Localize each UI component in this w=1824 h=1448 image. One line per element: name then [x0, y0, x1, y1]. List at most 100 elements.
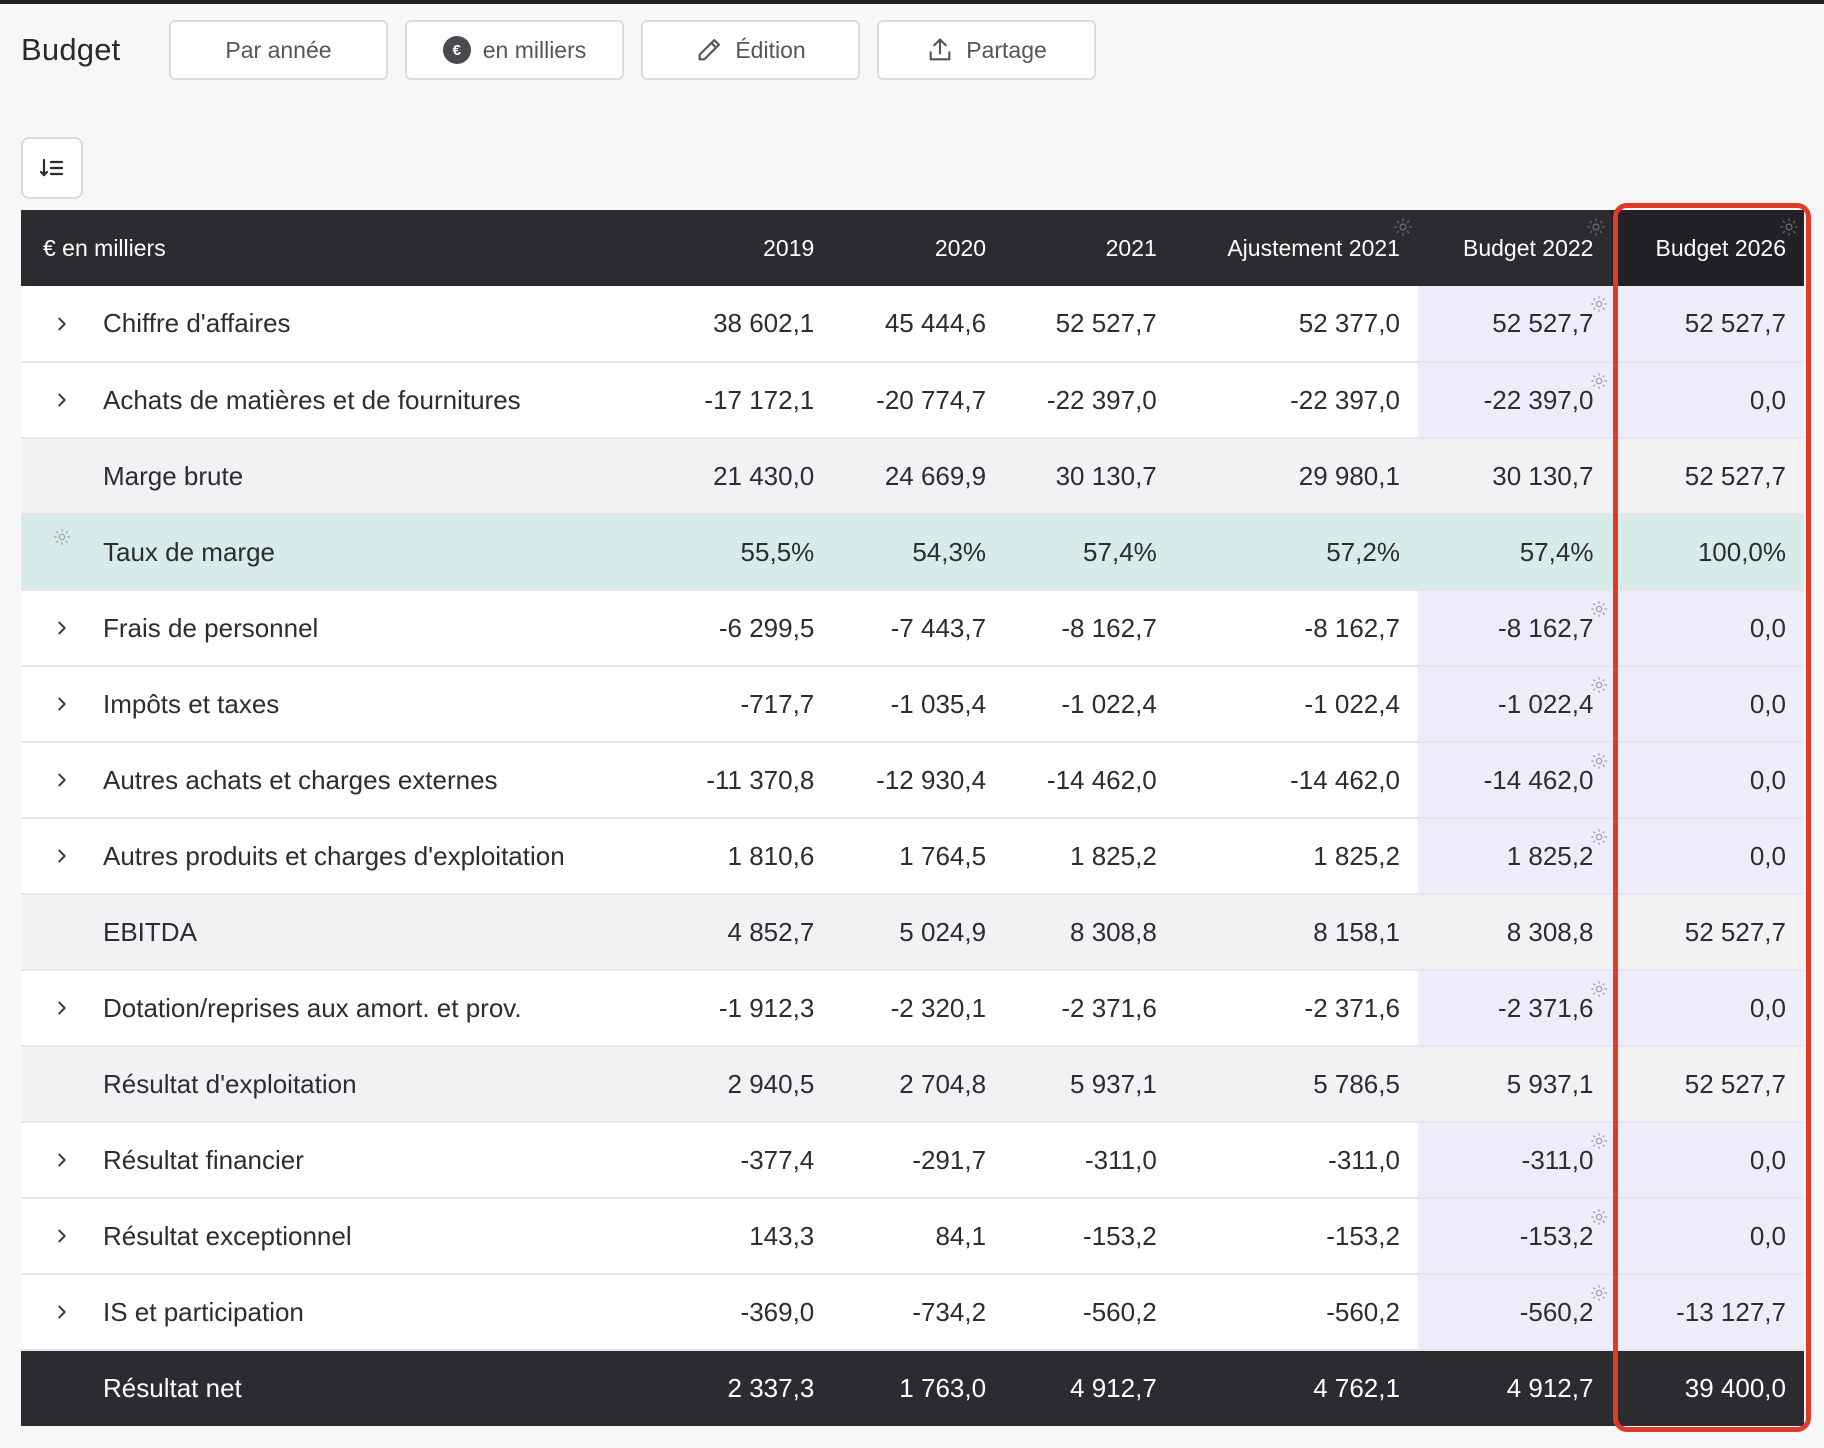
gear-icon[interactable]	[1589, 671, 1609, 702]
value-2020: -20 774,7	[832, 362, 1005, 439]
value-2021: -8 162,7	[1004, 590, 1175, 667]
value-ajustement-2021: -22 397,0	[1174, 362, 1418, 439]
chevron-right-icon[interactable]	[21, 999, 103, 1017]
gear-icon[interactable]	[1589, 823, 1609, 854]
value-budget-2026[interactable]: 52 527,7	[1611, 286, 1804, 363]
value-2021: 1 825,2	[1004, 818, 1175, 895]
value-budget-2022[interactable]: -1 022,4	[1417, 666, 1612, 743]
column-header-ajustement-2021[interactable]: Ajustement 2021	[1175, 210, 1418, 286]
table-row[interactable]: Résultat exceptionnel 143,3 84,1 -153,2 -153…	[21, 1198, 1804, 1275]
gear-icon[interactable]	[1392, 216, 1414, 244]
gear-icon[interactable]	[1589, 1127, 1609, 1158]
value-budget-2026: 52 527,7	[1611, 894, 1804, 971]
chevron-right-icon[interactable]	[21, 315, 103, 333]
share-icon	[929, 38, 951, 61]
chevron-right-icon[interactable]	[21, 391, 103, 409]
chevron-right-icon[interactable]	[21, 1227, 103, 1245]
value-budget-2022[interactable]: -153,2	[1417, 1198, 1612, 1275]
row-label-cell: Frais de personnel	[21, 590, 663, 667]
column-header-budget-2026[interactable]: Budget 2026	[1611, 210, 1804, 286]
value-2019: 143,3	[662, 1198, 833, 1275]
sort-icon	[39, 158, 64, 177]
table-row[interactable]: Autres achats et charges externes -11 370…	[21, 742, 1804, 819]
value-budget-2026[interactable]: 0,0	[1611, 818, 1804, 895]
value-2019: 2 337,3	[727, 1373, 815, 1403]
row-label-cell: Achats de matières et de fournitures	[21, 362, 663, 439]
value-2020: -1 035,4	[832, 666, 1005, 743]
gear-icon[interactable]	[1589, 975, 1609, 1006]
value-2020: -12 930,4	[832, 742, 1005, 819]
sort-button[interactable]	[21, 137, 83, 199]
value-budget-2026[interactable]: 0,0	[1611, 590, 1804, 667]
partage-button[interactable]: Partage	[877, 20, 1096, 80]
value-2019: -377,4	[662, 1122, 833, 1199]
chevron-right-icon[interactable]	[21, 1151, 103, 1169]
value-budget-2026[interactable]: 0,0	[1611, 1122, 1804, 1199]
value-budget-2026[interactable]: 0,0	[1611, 970, 1804, 1047]
gear-icon[interactable]	[1585, 216, 1607, 244]
column-header-2019[interactable]: 2019	[663, 210, 833, 286]
gear-icon[interactable]	[1589, 747, 1609, 778]
cell-value: -2 371,6	[1498, 992, 1594, 1023]
chevron-right-icon[interactable]	[21, 847, 103, 865]
table-row[interactable]: Frais de personnel -6 299,5 -7 443,7 -8 162…	[21, 590, 1804, 667]
value-ajustement-2021: -560,2	[1174, 1274, 1418, 1351]
table-row[interactable]: Chiffre d'affaires 38 602,1 45 444,6 52 527…	[21, 286, 1804, 363]
row-label: Résultat financier	[103, 1144, 304, 1175]
chevron-right-icon[interactable]	[21, 1303, 103, 1321]
value-budget-2026[interactable]: 0,0	[1611, 666, 1804, 743]
gear-icon[interactable]	[1589, 367, 1609, 398]
euro-icon: €	[442, 36, 471, 64]
toolbar: Budget Par année € en milliers Édition P…	[21, 20, 1113, 80]
value-2021: -560,2	[1004, 1274, 1175, 1351]
gear-icon[interactable]	[1778, 216, 1800, 244]
table-row[interactable]: Achats de matières et de fournitures -17 …	[21, 362, 1804, 439]
value-2020: 2 704,8	[832, 1046, 1005, 1123]
gear-icon[interactable]	[21, 515, 103, 589]
row-label: Résultat d'exploitation	[103, 1068, 357, 1099]
column-header-budget-2026-label: Budget 2026	[1655, 234, 1786, 261]
value-budget-2022[interactable]: -560,2	[1417, 1274, 1612, 1351]
table-row[interactable]: Impôts et taxes -717,7 -1 035,4 -1 022,4 -1 …	[21, 666, 1804, 743]
en-milliers-button[interactable]: € en milliers	[405, 20, 624, 80]
value-budget-2022[interactable]: -8 162,7	[1417, 590, 1612, 667]
value-ajustement-2021: -1 022,4	[1174, 666, 1418, 743]
chevron-right-icon[interactable]	[21, 695, 103, 713]
cell-value: 52 527,7	[1492, 308, 1594, 338]
row-label: Autres produits et charges d'exploitatio…	[103, 840, 565, 871]
row-label: Achats de matières et de fournitures	[103, 384, 521, 415]
value-2019: 38 602,1	[662, 286, 833, 363]
gear-icon[interactable]	[1589, 290, 1609, 321]
column-header-budget-2022[interactable]: Budget 2022	[1418, 210, 1612, 286]
table-row[interactable]: Dotation/reprises aux amort. et prov. -1 …	[21, 970, 1804, 1047]
row-label: Frais de personnel	[103, 612, 319, 643]
value-budget-2022[interactable]: -22 397,0	[1417, 362, 1612, 439]
value-2021: 5 937,1	[1004, 1046, 1175, 1123]
value-budget-2022[interactable]: 1 825,2	[1417, 818, 1612, 895]
chevron-right-icon[interactable]	[21, 619, 103, 637]
value-2021: 30 130,7	[1004, 438, 1175, 515]
value-2019: 21 430,0	[662, 438, 833, 515]
value-budget-2026[interactable]: 0,0	[1611, 1198, 1804, 1275]
gear-icon[interactable]	[1589, 1203, 1609, 1234]
value-budget-2022[interactable]: 52 527,7	[1417, 286, 1612, 363]
edition-button[interactable]: Édition	[641, 20, 860, 80]
column-header-2021[interactable]: 2021	[1004, 210, 1175, 286]
par-annee-button[interactable]: Par année	[169, 20, 388, 80]
value-budget-2026[interactable]: -13 127,7	[1611, 1274, 1804, 1351]
partage-label: Partage	[966, 36, 1047, 63]
table-row[interactable]: Résultat financier -377,4 -291,7 -311,0 -311…	[21, 1122, 1804, 1199]
value-2021: -153,2	[1004, 1198, 1175, 1275]
value-budget-2022[interactable]: -14 462,0	[1417, 742, 1612, 819]
table-row[interactable]: IS et participation -369,0 -734,2 -560,2 -56…	[21, 1274, 1804, 1351]
chevron-right-icon[interactable]	[21, 771, 103, 789]
value-budget-2026[interactable]: 0,0	[1611, 362, 1804, 439]
table-row[interactable]: Autres produits et charges d'exploitatio…	[21, 818, 1804, 895]
gear-icon[interactable]	[1589, 1279, 1609, 1310]
value-budget-2022[interactable]: -311,0	[1417, 1122, 1612, 1199]
value-budget-2026[interactable]: 0,0	[1611, 742, 1804, 819]
gear-icon[interactable]	[1589, 595, 1609, 626]
value-2021: -311,0	[1004, 1122, 1175, 1199]
value-budget-2022[interactable]: -2 371,6	[1417, 970, 1612, 1047]
column-header-2020[interactable]: 2020	[832, 210, 1004, 286]
